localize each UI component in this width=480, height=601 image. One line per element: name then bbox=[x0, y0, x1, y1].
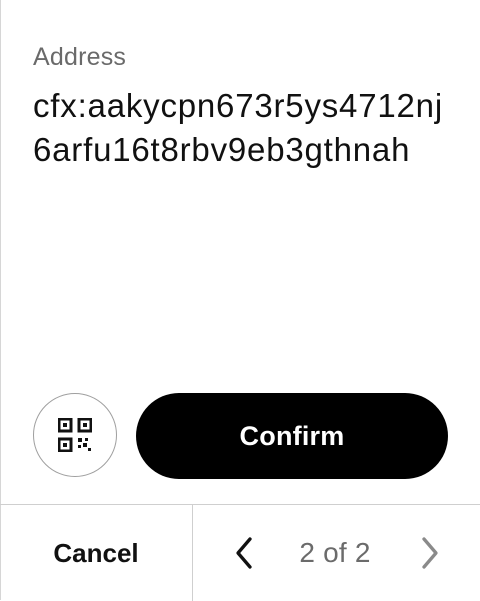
previous-page-button[interactable] bbox=[224, 533, 264, 573]
page-indicator: 2 of 2 bbox=[299, 537, 371, 568]
confirm-button[interactable]: Confirm bbox=[136, 393, 448, 479]
qr-code-button[interactable] bbox=[33, 393, 117, 477]
bottom-navigation-bar: Cancel 2 of 2 bbox=[0, 504, 480, 601]
chevron-left-icon bbox=[236, 537, 252, 569]
chevron-right-icon bbox=[422, 537, 438, 569]
page-navigation: 2 of 2 bbox=[193, 505, 480, 601]
qr-code-icon bbox=[58, 418, 92, 452]
next-page-button[interactable] bbox=[410, 533, 450, 573]
cancel-button[interactable]: Cancel bbox=[0, 505, 192, 601]
address-label: Address bbox=[33, 43, 127, 71]
address-value: cfx:aakycpn673r5ys4712nj6arfu16t8rbv9eb3… bbox=[33, 87, 443, 168]
address-section: Address cfx:aakycpn673r5ys4712nj6arfu16t… bbox=[33, 42, 463, 172]
